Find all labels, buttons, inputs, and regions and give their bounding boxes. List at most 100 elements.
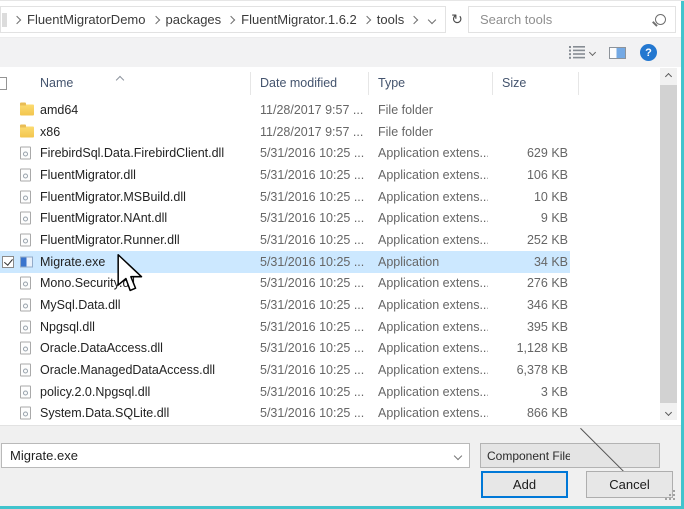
- file-size: 346 KB: [526, 298, 568, 313]
- file-date: 11/28/2017 9:57 ...: [260, 102, 364, 117]
- dll-icon: [20, 298, 31, 312]
- file-size: 1,128 KB: [516, 341, 568, 356]
- breadcrumb-separator-icon: [362, 15, 372, 24]
- list-view-button[interactable]: [569, 46, 597, 59]
- file-name: amd64: [40, 102, 79, 117]
- file-size: 106 KB: [526, 167, 568, 182]
- column-divider[interactable]: [578, 72, 579, 95]
- file-size: 252 KB: [526, 232, 568, 247]
- dll-icon: [20, 406, 31, 420]
- filename-chevron-icon[interactable]: [453, 451, 463, 460]
- scroll-down-icon[interactable]: [660, 404, 677, 420]
- file-date: 5/31/2016 10:25 ...: [260, 298, 365, 313]
- file-row[interactable]: FirebirdSql.Data.FirebirdClient.dll 5/31/…: [0, 142, 659, 164]
- filename-combobox[interactable]: [1, 443, 470, 468]
- sort-ascending-icon: [115, 70, 125, 88]
- file-row[interactable]: Oracle.ManagedDataAccess.dll 5/31/2016 10…: [0, 359, 659, 381]
- dll-icon: [20, 276, 31, 290]
- search-box[interactable]: [468, 6, 676, 33]
- file-size: 3 KB: [540, 384, 568, 399]
- file-date: 5/31/2016 10:25 ...: [260, 189, 365, 204]
- app-icon: [20, 256, 33, 268]
- file-row[interactable]: FluentMigrator.dll 5/31/2016 10:25 ... App…: [0, 164, 659, 186]
- breadcrumb-separator-icon: [12, 15, 22, 24]
- file-row[interactable]: FluentMigrator.NAnt.dll 5/31/2016 10:25 .…: [0, 207, 659, 229]
- scroll-up-icon[interactable]: [660, 68, 677, 84]
- file-row[interactable]: Mono.Security.dll 5/31/2016 10:25 ... Appl…: [0, 273, 659, 295]
- add-button[interactable]: Add: [481, 471, 568, 498]
- scrollbar-thumb[interactable]: [660, 85, 677, 403]
- file-type: File folder: [378, 102, 433, 117]
- column-header-row: Name Date modified Type Size: [0, 67, 659, 97]
- file-row[interactable]: policy.2.0.Npgsql.dll 5/31/2016 10:25 ...…: [0, 381, 659, 403]
- filename-input[interactable]: [8, 447, 455, 464]
- folder-icon: [20, 102, 34, 116]
- preview-pane-icon[interactable]: [609, 46, 626, 59]
- address-bar: FluentMigratorDemo packages FluentMigrat…: [0, 1, 681, 38]
- file-row[interactable]: MySql.Data.dll 5/31/2016 10:25 ... Applica…: [0, 294, 659, 316]
- file-date: 5/31/2016 10:25 ...: [260, 384, 365, 399]
- vertical-scrollbar[interactable]: [660, 68, 677, 420]
- column-header-size[interactable]: Size: [502, 76, 526, 90]
- file-date: 5/31/2016 10:25 ...: [260, 319, 365, 334]
- cancel-button[interactable]: Cancel: [586, 471, 673, 498]
- breadcrumb-item[interactable]: tools: [377, 12, 404, 27]
- address-history-chevron-icon[interactable]: [427, 15, 437, 24]
- file-row[interactable]: x86 11/28/2017 9:57 ... File folder: [0, 121, 659, 143]
- file-date: 5/31/2016 10:25 ...: [260, 167, 365, 182]
- file-name: FirebirdSql.Data.FirebirdClient.dll: [40, 146, 225, 161]
- resize-grip[interactable]: [665, 490, 676, 501]
- column-divider[interactable]: [250, 72, 251, 95]
- select-all-checkbox[interactable]: [0, 77, 7, 90]
- file-type: File folder: [378, 124, 433, 139]
- row-checkbox[interactable]: [2, 255, 14, 268]
- help-icon[interactable]: ?: [640, 44, 657, 61]
- file-size: 6,378 KB: [516, 363, 568, 378]
- file-size: 34 KB: [533, 254, 568, 269]
- list-view-icon: [569, 46, 585, 59]
- file-date: 5/31/2016 10:25 ...: [260, 341, 365, 356]
- filetype-value: Component Files (*.dll;*.tlb;*.olb: [487, 448, 570, 463]
- breadcrumb-item[interactable]: FluentMigrator.1.6.2: [241, 12, 357, 27]
- file-row[interactable]: System.Data.SQLite.dll 5/31/2016 10:25 ..…: [0, 403, 659, 425]
- file-name: FluentMigrator.NAnt.dll: [40, 211, 168, 226]
- dll-icon: [20, 190, 31, 204]
- file-size: 629 KB: [526, 146, 568, 161]
- breadcrumb-item[interactable]: FluentMigratorDemo: [27, 12, 146, 27]
- file-date: 11/28/2017 9:57 ...: [260, 124, 364, 139]
- refresh-button[interactable]: ↻: [449, 8, 465, 30]
- file-row[interactable]: Npgsql.dll 5/31/2016 10:25 ... Application…: [0, 316, 659, 338]
- column-header-date-modified[interactable]: Date modified: [260, 76, 337, 90]
- column-header-type[interactable]: Type: [378, 76, 405, 90]
- dll-icon: [20, 385, 31, 399]
- breadcrumb-separator-icon: [410, 15, 419, 24]
- file-name: x86: [40, 124, 61, 139]
- file-row[interactable]: Migrate.exe 5/31/2016 10:25 ... Applicatio…: [0, 250, 659, 273]
- file-date: 5/31/2016 10:25 ...: [260, 146, 365, 161]
- file-size: 866 KB: [526, 406, 568, 421]
- column-header-name[interactable]: Name: [40, 76, 73, 90]
- dll-icon: [20, 320, 31, 334]
- file-name: Oracle.DataAccess.dll: [40, 341, 163, 356]
- file-row[interactable]: FluentMigrator.MSBuild.dll 5/31/2016 10:2…: [0, 186, 659, 208]
- file-name: FluentMigrator.dll: [40, 167, 136, 182]
- search-input[interactable]: [478, 11, 655, 28]
- file-row[interactable]: amd64 11/28/2017 9:57 ... File folder: [0, 99, 659, 121]
- search-icon: [655, 14, 666, 25]
- file-date: 5/31/2016 10:25 ...: [260, 406, 365, 421]
- dll-icon: [20, 233, 31, 247]
- file-size: 276 KB: [526, 276, 568, 291]
- file-row[interactable]: FluentMigrator.Runner.dll 5/31/2016 10:25…: [0, 229, 659, 251]
- breadcrumb[interactable]: FluentMigratorDemo packages FluentMigrat…: [0, 6, 446, 33]
- column-divider[interactable]: [368, 72, 369, 95]
- dll-icon: [20, 211, 31, 225]
- file-date: 5/31/2016 10:25 ...: [260, 232, 365, 247]
- breadcrumb-item[interactable]: packages: [166, 12, 222, 27]
- dialog-footer: Component Files (*.dll;*.tlb;*.olb Add C…: [0, 423, 681, 506]
- column-divider[interactable]: [492, 72, 493, 95]
- file-rows: amd64 11/28/2017 9:57 ... File folder x86 11…: [0, 99, 659, 424]
- filetype-dropdown[interactable]: Component Files (*.dll;*.tlb;*.olb: [480, 423, 660, 488]
- file-name: Migrate.exe: [40, 254, 106, 269]
- breadcrumb-separator-icon: [226, 15, 236, 24]
- file-row[interactable]: Oracle.DataAccess.dll 5/31/2016 10:25 ...…: [0, 338, 659, 360]
